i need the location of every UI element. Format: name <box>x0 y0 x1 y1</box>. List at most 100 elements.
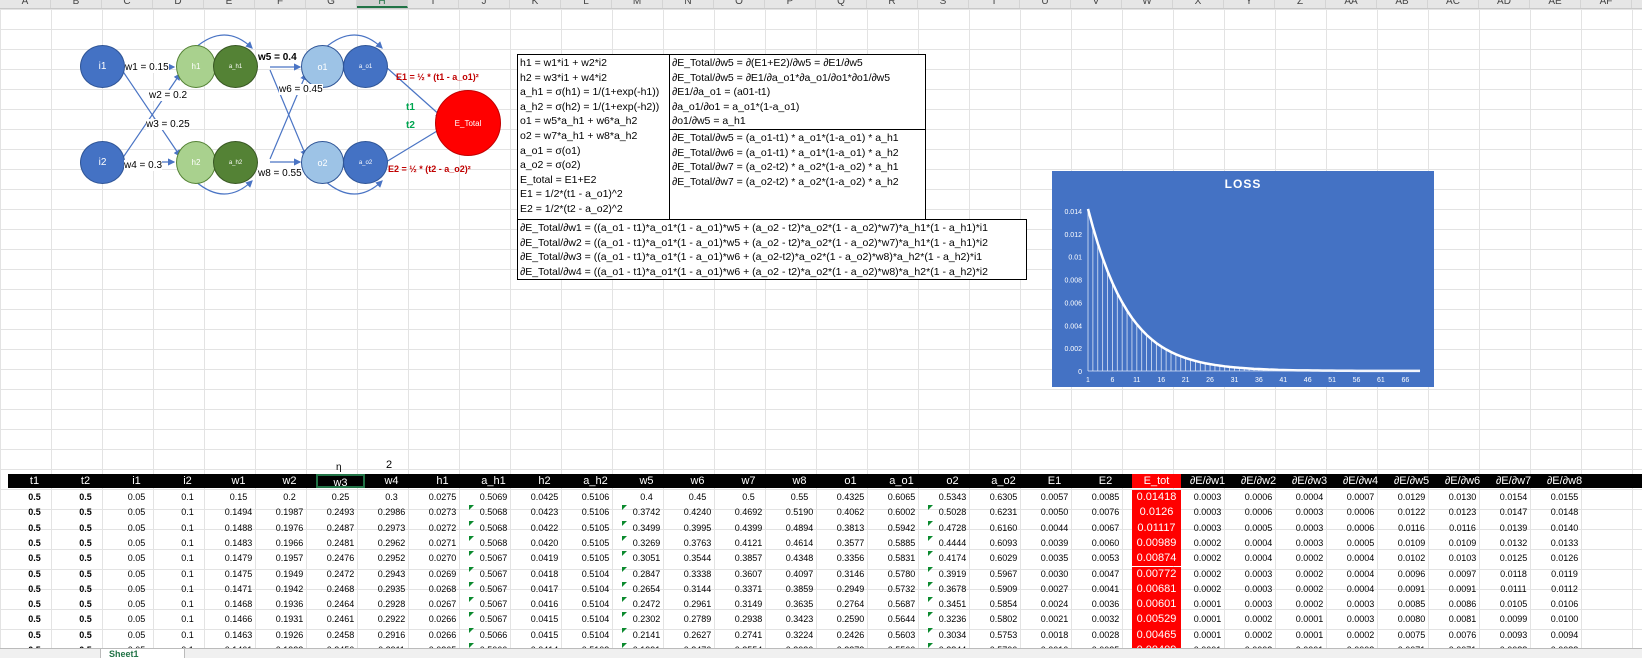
table-cell[interactable]: 0.4399 <box>724 521 773 536</box>
table-cell[interactable]: 0.0099 <box>1489 612 1538 627</box>
table-cell[interactable]: 0.0003 <box>1183 490 1232 505</box>
table-cell[interactable]: 0.0271 <box>418 536 467 551</box>
table-cell[interactable]: 0.0417 <box>520 582 569 597</box>
table-cell[interactable]: 0.05 <box>112 551 161 566</box>
table-cell[interactable]: 0.5 <box>61 582 110 597</box>
table-cell[interactable]: 0.01418 <box>1132 490 1181 506</box>
column-header-ad[interactable]: AD <box>1479 0 1530 8</box>
table-cell[interactable]: 0.5067 <box>469 597 518 612</box>
column-header-o[interactable]: O <box>714 0 765 8</box>
table-cell[interactable]: 0.2986 <box>367 505 416 520</box>
table-cell[interactable]: 0.0006 <box>1336 505 1385 520</box>
table-cell[interactable]: 0.0273 <box>418 505 467 520</box>
table-cell[interactable]: 0.0102 <box>1387 551 1436 566</box>
table-cell[interactable]: 0.0006 <box>1234 505 1283 520</box>
table-cell[interactable]: 0.3034 <box>928 628 977 643</box>
table-cell[interactable]: 0.0004 <box>1234 536 1283 551</box>
table-cell[interactable]: 0.1966 <box>265 536 314 551</box>
table-cell[interactable]: 0.1 <box>163 521 212 536</box>
column-header-c[interactable]: C <box>102 0 153 8</box>
table-cell[interactable]: 0.3051 <box>622 551 671 566</box>
column-header-j[interactable]: J <box>459 0 510 8</box>
formulas-forward-box[interactable]: h1 = w1*i1 + w2*i2 h2 = w3*i1 + w4*i2 a_h1… <box>517 54 670 220</box>
table-cell[interactable]: 0.3635 <box>775 597 824 612</box>
table-cell[interactable]: 0.0067 <box>1081 521 1130 536</box>
table-cell[interactable]: 0.2141 <box>622 628 671 643</box>
table-cell[interactable]: 0.0060 <box>1081 536 1130 551</box>
table-cell[interactable]: 0.3678 <box>928 582 977 597</box>
loss-chart[interactable]: LOSS 0 0.002 0.004 0.006 0.008 0.01 0.012 0.014… <box>1052 171 1434 387</box>
formulas-chain-rule-box[interactable]: ∂E_Total/∂w5 = ∂(E1+E2)/∂w5 = ∂E1/∂w5 ∂E_… <box>669 54 926 130</box>
table-cell[interactable]: 0.0007 <box>1336 490 1385 505</box>
column-header-ac[interactable]: AC <box>1428 0 1479 8</box>
column-header-b[interactable]: B <box>51 0 102 8</box>
table-cell[interactable]: 0.4728 <box>928 521 977 536</box>
table-cell[interactable]: 0.5067 <box>469 582 518 597</box>
table-cell[interactable]: 0.45 <box>673 490 722 505</box>
table-cell[interactable]: 0.3544 <box>673 551 722 566</box>
table-cell[interactable]: 0.5942 <box>877 521 926 536</box>
column-header-cell[interactable]: a_h2 <box>571 474 620 488</box>
column-header-n[interactable]: N <box>663 0 714 8</box>
table-cell[interactable]: 0.5105 <box>571 551 620 566</box>
table-cell[interactable]: 0.0266 <box>418 628 467 643</box>
table-cell[interactable]: 0.2741 <box>724 628 773 643</box>
column-header-cell[interactable]: i1 <box>112 474 161 488</box>
table-cell[interactable]: 0.2935 <box>367 582 416 597</box>
column-header-cell[interactable]: w5 <box>622 474 671 488</box>
table-row[interactable]: 0.5 0.5 0.05 0.1 0.15 0.2 0.25 0.3 0.0275 0.5069 0… <box>8 490 1589 506</box>
table-cell[interactable]: 0.0003 <box>1234 597 1283 612</box>
sheet-tab-bar[interactable]: Sheet1 <box>0 648 1642 658</box>
table-cell[interactable]: 0.0050 <box>1030 505 1079 520</box>
column-header-cell[interactable]: t2 <box>61 474 110 488</box>
table-cell[interactable]: 0.0139 <box>1489 521 1538 536</box>
table-cell[interactable]: 0.2916 <box>367 628 416 643</box>
table-cell[interactable]: 0.2 <box>265 490 314 505</box>
table-cell[interactable]: 0.3857 <box>724 551 773 566</box>
column-header-s[interactable]: S <box>918 0 969 8</box>
table-cell[interactable]: 0.2949 <box>826 582 875 597</box>
table-cell[interactable]: 0.05 <box>112 490 161 505</box>
table-cell[interactable]: 0.5753 <box>979 628 1028 643</box>
table-cell[interactable]: 0.0268 <box>418 582 467 597</box>
table-cell[interactable]: 0.0415 <box>520 628 569 643</box>
table-cell[interactable]: 0.2464 <box>316 597 365 612</box>
column-header-cell[interactable]: ∂E/∂w7 <box>1489 474 1538 488</box>
table-cell[interactable]: 0.0004 <box>1285 490 1334 505</box>
table-cell[interactable]: 0.0004 <box>1234 551 1283 566</box>
table-cell[interactable]: 0.1463 <box>214 628 263 643</box>
table-cell[interactable]: 0.0028 <box>1081 628 1130 643</box>
table-cell[interactable]: 0.2952 <box>367 551 416 566</box>
column-header-cell[interactable]: h2 <box>520 474 569 488</box>
column-header-k[interactable]: K <box>510 0 561 8</box>
table-cell[interactable]: 0.4692 <box>724 505 773 520</box>
table-cell[interactable]: 0.5104 <box>571 582 620 597</box>
column-header-h[interactable]: H <box>357 0 408 8</box>
table-cell[interactable]: 0.3338 <box>673 567 722 582</box>
table-cell[interactable]: 0.0106 <box>1540 597 1589 612</box>
column-header-cell[interactable]: E2 <box>1081 474 1130 488</box>
table-cell[interactable]: 0.0003 <box>1183 505 1232 520</box>
column-header-r[interactable]: R <box>867 0 918 8</box>
table-cell[interactable]: 0.1931 <box>265 612 314 627</box>
table-cell[interactable]: 0.0003 <box>1285 505 1334 520</box>
table-cell[interactable]: 0.0125 <box>1489 551 1538 566</box>
table-cell[interactable]: 0.5106 <box>571 490 620 505</box>
table-cell[interactable]: 0.3236 <box>928 612 977 627</box>
table-cell[interactable]: 0.4240 <box>673 505 722 520</box>
table-row[interactable]: 0.5 0.5 0.05 0.1 0.1488 0.1976 0.2487 0.2973 0.0… <box>8 520 1589 536</box>
table-cell[interactable]: 0.0085 <box>1387 597 1436 612</box>
table-cell[interactable]: 0.2922 <box>367 612 416 627</box>
table-cell[interactable]: 0.1 <box>163 582 212 597</box>
table-row[interactable]: 0.5 0.5 0.05 0.1 0.1468 0.1936 0.2464 0.2928 0.0… <box>8 597 1589 613</box>
table-cell[interactable]: 0.0002 <box>1234 628 1283 643</box>
table-cell[interactable]: 0.4614 <box>775 536 824 551</box>
table-cell[interactable]: 0.2847 <box>622 567 671 582</box>
table-cell[interactable]: 0.5 <box>61 567 110 582</box>
table-cell[interactable]: 0.0094 <box>1540 628 1589 643</box>
table-cell[interactable]: 0.3499 <box>622 521 671 536</box>
table-cell[interactable]: 0.1 <box>163 505 212 520</box>
table-cell[interactable]: 0.5190 <box>775 505 824 520</box>
table-cell[interactable]: 0.0422 <box>520 521 569 536</box>
table-cell[interactable]: 0.0270 <box>418 551 467 566</box>
